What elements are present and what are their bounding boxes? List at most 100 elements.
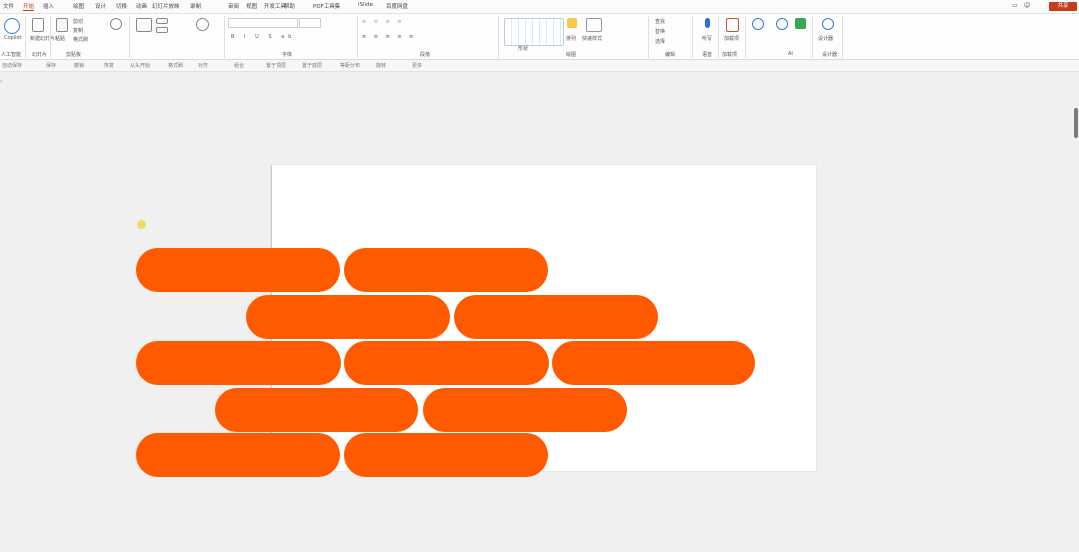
reuse-icon[interactable] [110, 18, 122, 30]
replace-button[interactable]: 替换 [655, 28, 665, 35]
tab-islide[interactable]: iSlide [358, 2, 373, 8]
arrange-icon[interactable] [567, 18, 577, 28]
rounded-shape[interactable] [552, 341, 755, 385]
rounded-shape[interactable] [344, 341, 549, 385]
group-label-slides: 幻灯片 [32, 52, 48, 58]
rounded-shape[interactable] [215, 388, 418, 432]
cut-button[interactable]: 剪切 [73, 18, 83, 25]
rounded-shape[interactable] [454, 295, 658, 339]
thumbnails-toggle-icon[interactable]: › [0, 78, 2, 85]
tab-animations[interactable]: 动画 [136, 2, 147, 10]
tab-transitions[interactable]: 切换 [116, 2, 127, 10]
arrange-button[interactable]: 排列 [566, 35, 576, 42]
paste-icon[interactable] [56, 18, 68, 32]
qat-group[interactable]: 组合 [234, 62, 244, 69]
select-button[interactable]: 选择 [655, 38, 665, 45]
qat-from-start[interactable]: 从头开始 [130, 62, 150, 69]
designer-icon[interactable] [822, 18, 834, 30]
group-label-clipboard: 剪贴板 [66, 52, 82, 58]
find-button[interactable]: 查找 [655, 18, 665, 25]
qat-autosave[interactable]: 自动保存 [2, 62, 22, 69]
dictate-button[interactable]: 听写 [702, 35, 712, 42]
quick-styles-button[interactable]: 快速样式 [582, 35, 602, 42]
vertical-scrollbar[interactable] [1072, 72, 1079, 552]
qat-format-painter[interactable]: 格式刷 [168, 62, 183, 69]
record-icon[interactable] [196, 18, 209, 31]
addins-icon[interactable] [726, 18, 739, 32]
qat-send-back[interactable]: 置于底层 [302, 62, 322, 69]
ai-image-icon[interactable] [795, 18, 806, 29]
tab-review[interactable]: 审阅 [228, 2, 239, 10]
tab-design[interactable]: 设计 [95, 2, 106, 10]
ai-assist-icon[interactable] [752, 18, 764, 30]
microphone-icon[interactable] [705, 18, 710, 28]
rounded-shape[interactable] [344, 433, 548, 477]
qat-bring-front[interactable]: 置于顶层 [266, 62, 286, 69]
group-label-paragraph: 段落 [420, 52, 431, 58]
addins-button[interactable]: 加载项 [724, 35, 739, 42]
group-label-editing: 编辑 [665, 52, 676, 58]
new-slide-button[interactable]: 新建幻灯片 [30, 35, 55, 42]
group-label-voice: 语音 [702, 52, 713, 58]
copilot-button[interactable]: Copilot [4, 35, 22, 41]
tab-file[interactable]: 文件 [3, 2, 14, 10]
tab-home[interactable]: 开始 [23, 2, 35, 11]
rounded-shape[interactable] [136, 248, 340, 292]
shapes-gallery[interactable] [504, 18, 564, 46]
tab-help[interactable]: 帮助 [284, 2, 295, 10]
tab-record[interactable]: 录制 [190, 2, 201, 10]
qat-align[interactable]: 对齐 [198, 62, 208, 69]
shapes-button[interactable]: 形状 [518, 45, 528, 52]
user-icon[interactable]: ☺ [1024, 2, 1030, 9]
group-divider [718, 16, 719, 58]
qat-undo[interactable]: 撤销 [74, 62, 84, 69]
format-painter-button[interactable]: 格式刷 [73, 36, 88, 43]
tab-developer[interactable]: 开发工具 [264, 2, 286, 10]
group-divider [692, 16, 693, 58]
quick-styles-icon[interactable] [586, 18, 602, 32]
tab-baidu[interactable]: 百度网盘 [386, 2, 408, 10]
layout-icon[interactable] [136, 18, 152, 32]
group-label-font: 字体 [282, 52, 293, 58]
font-style-buttons[interactable]: B I U S ab [231, 34, 295, 40]
paste-button[interactable]: 粘贴 [55, 35, 65, 42]
reset-icon[interactable] [156, 18, 168, 24]
group-divider [357, 16, 358, 58]
group-label-ai2: AI [788, 51, 793, 57]
tab-view[interactable]: 视图 [246, 2, 257, 10]
list-buttons[interactable]: ≡ ≡ ≡ ≡ [362, 19, 405, 25]
qat-save[interactable]: 保存 [46, 62, 56, 69]
tab-pdf[interactable]: PDF工具集 [313, 2, 340, 10]
tab-insert[interactable]: 插入 [43, 2, 54, 10]
quick-access-toolbar: 自动保存 保存 撤销 恢复 从头开始 格式刷 对齐 组合 置于顶层 置于底层 等… [0, 60, 1079, 72]
comment-icon[interactable]: ▭ [1012, 2, 1018, 9]
rounded-shape[interactable] [246, 295, 450, 339]
group-divider [842, 16, 843, 58]
section-icon[interactable] [156, 27, 168, 33]
group-divider [812, 16, 813, 58]
ai-writer-icon[interactable] [776, 18, 788, 30]
group-divider [25, 16, 26, 58]
tab-slideshow[interactable]: 幻灯片放映 [152, 2, 180, 10]
qat-distribute[interactable]: 等距分布 [340, 62, 360, 69]
rounded-shape[interactable] [423, 388, 627, 432]
cursor-highlight [137, 220, 146, 229]
rounded-shape[interactable] [136, 433, 340, 477]
scrollbar-thumb[interactable] [1074, 108, 1078, 138]
font-name-select[interactable] [228, 18, 298, 28]
designer-button[interactable]: 设计器 [818, 35, 833, 42]
share-button[interactable]: 共享 [1049, 2, 1077, 11]
group-label-drawing: 绘图 [566, 52, 577, 58]
font-size-select[interactable] [299, 18, 321, 28]
rounded-shape[interactable] [344, 248, 548, 292]
rounded-shape[interactable] [136, 341, 341, 385]
qat-more[interactable]: 更多 [412, 62, 422, 69]
qat-rotate[interactable]: 旋转 [376, 62, 386, 69]
copilot-icon[interactable] [4, 18, 20, 34]
align-buttons[interactable]: ≡ ≡ ≡ ≡ ≡ [362, 34, 416, 40]
copy-button[interactable]: 复制 [73, 27, 83, 34]
tab-draw[interactable]: 绘图 [73, 2, 84, 10]
group-divider [648, 16, 649, 58]
new-slide-icon[interactable] [32, 18, 44, 32]
qat-redo[interactable]: 恢复 [104, 62, 114, 69]
